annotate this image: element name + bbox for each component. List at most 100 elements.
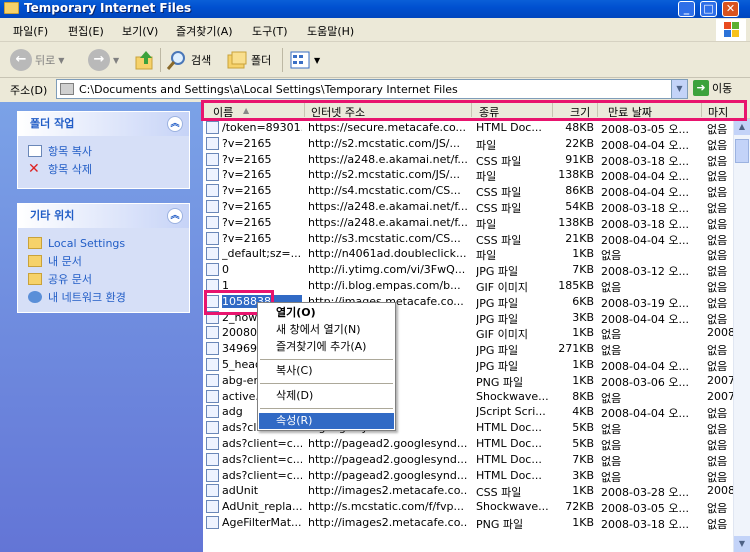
file-icon: [206, 358, 219, 371]
up-folder-button[interactable]: [134, 48, 156, 72]
scroll-down-icon[interactable]: ▼: [734, 536, 750, 552]
table-row[interactable]: ?v=2165 https://a248.e.akamai.net/f... CSS…: [203, 199, 733, 215]
scroll-thumb[interactable]: [735, 139, 749, 163]
cell: JPG 파일: [476, 312, 519, 326]
table-row[interactable]: ?v=2165 http://s4.mcstatic.com/CS... CSS 파…: [203, 183, 733, 199]
address-label: 주소(D): [10, 84, 48, 97]
table-row[interactable]: AdUnit_repla... http://s.mcstatic.com/f/f…: [203, 499, 733, 515]
cell: http://pagead2.googlesynd...: [308, 452, 468, 466]
menu-properties[interactable]: 속성(R): [259, 413, 394, 429]
column-type[interactable]: 종류: [479, 104, 499, 120]
views-button[interactable]: ▼: [289, 48, 320, 72]
cell: 없음: [707, 123, 728, 136]
column-size[interactable]: 크기: [570, 104, 590, 120]
menu-file[interactable]: 파일(F): [13, 23, 48, 39]
cell: 6KB: [572, 294, 594, 308]
place-shared-documents[interactable]: 공유 문서: [28, 270, 179, 288]
cell: 138KB: [558, 215, 594, 229]
cell: 2008-04-04 오...: [601, 138, 690, 152]
table-row[interactable]: ?v=2165 https://a248.e.akamai.net/f... 파일 1…: [203, 215, 733, 231]
cell: 3KB: [572, 468, 594, 482]
my-documents-icon: [28, 255, 42, 267]
close-button[interactable]: ✕: [722, 1, 739, 17]
folders-button[interactable]: 폴더: [226, 48, 271, 72]
cell: Shockwave...: [476, 389, 549, 403]
table-row[interactable]: ?v=2165 https://a248.e.akamai.net/f... CSS…: [203, 152, 733, 168]
menu-view[interactable]: 보기(V): [122, 23, 158, 39]
cell: 없음: [601, 391, 622, 405]
column-name[interactable]: 이름: [213, 104, 233, 120]
column-last-modified[interactable]: 마지: [708, 104, 728, 120]
menu-open-new-window[interactable]: 새 창에서 열기(N): [259, 322, 394, 338]
menu-help[interactable]: 도움말(H): [307, 23, 354, 39]
table-row[interactable]: _default;sz=... http://n4061ad.doubleclic…: [203, 246, 733, 262]
cell: https://a248.e.akamai.net/f...: [308, 200, 468, 213]
table-row[interactable]: ads?client=c... http://pagead2.googlesynd…: [203, 436, 733, 452]
column-url[interactable]: 인터넷 주소: [311, 104, 365, 120]
maximize-button[interactable]: □: [700, 1, 717, 17]
table-row[interactable]: /token=89301... https://secure.metacafe.c…: [203, 120, 733, 136]
cell: 없음: [707, 281, 728, 294]
cell: 185KB: [558, 279, 594, 292]
table-row[interactable]: ?v=2165 http://s2.mcstatic.com/JS/... 파일 22…: [203, 136, 733, 152]
address-dropdown-button[interactable]: ▼: [671, 80, 687, 98]
cell: 없음: [707, 518, 728, 531]
copy-items-link[interactable]: 항목 복사: [28, 142, 179, 160]
cell: 1KB: [572, 326, 594, 340]
menu-tools[interactable]: 도구(T): [252, 23, 288, 39]
place-local-settings[interactable]: Local Settings: [28, 234, 179, 252]
go-button[interactable]: ➜ 이동: [693, 80, 732, 96]
file-icon: [206, 516, 219, 529]
table-row[interactable]: AgeFilterMat... http://images2.metacafe.c…: [203, 515, 733, 531]
menu-edit[interactable]: 편집(E): [68, 23, 104, 39]
collapse-icon[interactable]: ︽: [167, 116, 183, 132]
file-icon: [206, 310, 219, 324]
cell: 없음: [707, 502, 728, 516]
collapse-icon[interactable]: ︽: [167, 208, 183, 224]
address-input[interactable]: C:\Documents and Settings\a\Local Settin…: [56, 79, 688, 99]
cell: 파일: [476, 217, 497, 231]
cell: AgeFilterMat...: [222, 516, 302, 529]
table-row[interactable]: 1 http://i.blog.empas.com/b... GIF 이미지 185K…: [203, 278, 733, 294]
table-row[interactable]: ads?client=c... http://pagead2.googlesynd…: [203, 452, 733, 468]
table-row[interactable]: 0 http://i.ytimg.com/vi/3FwQ... JPG 파일 7KB 2…: [203, 262, 733, 278]
other-places-header[interactable]: 기타 위치 ︽: [18, 204, 189, 228]
cell: 없음: [707, 296, 728, 310]
cell: 48KB: [565, 121, 594, 134]
chevron-down-icon: ▼: [58, 55, 65, 65]
back-button[interactable]: ← 뒤로 ▼: [10, 48, 64, 72]
scroll-up-icon[interactable]: ▲: [734, 119, 750, 135]
menu-copy[interactable]: 복사(C): [259, 363, 394, 379]
file-icon: [206, 136, 219, 150]
table-row[interactable]: ?v=2165 http://s3.mcstatic.com/CS... CSS 파…: [203, 231, 733, 247]
cell: http://s3.mcstatic.com/CS...: [308, 231, 461, 245]
column-expires[interactable]: 만료 날짜: [608, 104, 652, 120]
file-icon: [206, 263, 219, 277]
cell: 2008-04-04 오...: [601, 186, 690, 200]
cell: 7KB: [572, 263, 594, 277]
minimize-button[interactable]: _: [678, 1, 695, 17]
cell: 86KB: [565, 184, 594, 198]
delete-items-link[interactable]: ✕ 항목 삭제: [28, 160, 179, 178]
file-icon: [206, 389, 219, 403]
place-network[interactable]: 내 네트워크 환경: [28, 288, 179, 306]
menu-delete[interactable]: 삭제(D): [259, 388, 394, 404]
table-row[interactable]: ads?client=c... http://pagead2.googlesynd…: [203, 468, 733, 484]
menu-favorites[interactable]: 즐겨찾기(A): [176, 23, 233, 39]
search-button[interactable]: 검색: [166, 48, 211, 72]
menu-open[interactable]: 열기(O): [259, 305, 394, 321]
cell: 54KB: [565, 200, 594, 213]
file-icon: [206, 215, 219, 229]
menu-add-favorites[interactable]: 즐겨찾기에 추가(A): [259, 339, 394, 355]
copy-icon: [28, 145, 42, 157]
place-my-documents[interactable]: 내 문서: [28, 252, 179, 270]
cell: http://pagead2.googlesynd...: [308, 437, 468, 450]
cell: 없음: [707, 360, 728, 373]
cell: JPG 파일: [476, 344, 519, 358]
file-icon: [206, 373, 219, 387]
folder-tasks-header[interactable]: 폴더 작업 ︽: [18, 112, 189, 136]
vertical-scrollbar[interactable]: ▲ ▼: [733, 119, 750, 552]
table-row[interactable]: adUnit http://images2.metacafe.co... CSS 파…: [203, 483, 733, 499]
forward-button[interactable]: → ▼: [88, 48, 119, 72]
table-row[interactable]: ?v=2165 http://s2.mcstatic.com/JS/... 파일 13…: [203, 167, 733, 183]
